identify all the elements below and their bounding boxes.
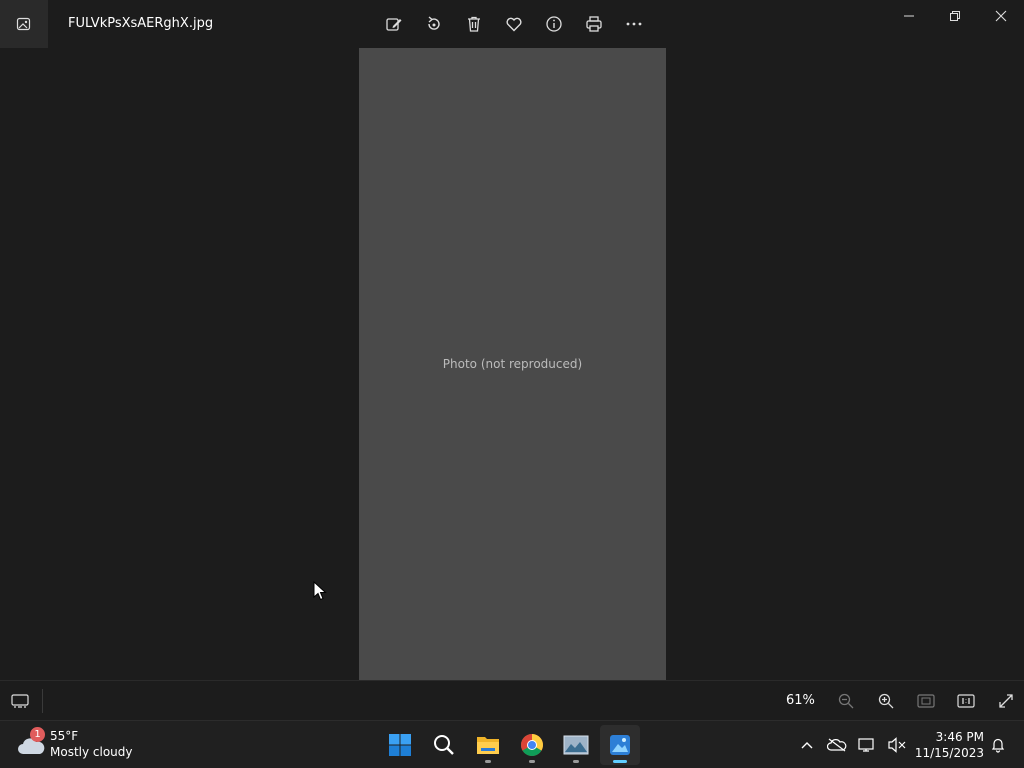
chrome-icon — [521, 734, 543, 756]
favorite-button[interactable] — [498, 8, 530, 40]
info-button[interactable] — [538, 8, 570, 40]
restore-icon — [950, 11, 960, 21]
onedrive-offline-icon — [827, 738, 847, 752]
volume-muted-icon — [888, 737, 906, 753]
photo-placeholder[interactable]: Photo (not reproduced) — [359, 48, 666, 680]
bottom-toolbar: 61% — [0, 680, 1024, 720]
bell-icon — [991, 738, 1005, 753]
filmstrip-button[interactable] — [8, 689, 32, 713]
zoom-in-icon — [878, 693, 894, 709]
rotate-button[interactable] — [418, 8, 450, 40]
photos-legacy-button[interactable] — [556, 725, 596, 765]
zoom-out-button[interactable] — [826, 685, 866, 717]
more-icon — [626, 22, 642, 26]
print-icon — [586, 16, 602, 32]
edit-image-icon — [386, 18, 402, 31]
mouse-cursor-icon — [313, 581, 327, 601]
chrome-button[interactable] — [512, 725, 552, 765]
minimize-icon — [904, 15, 914, 17]
print-button[interactable] — [578, 8, 610, 40]
photos-app-icon[interactable] — [0, 0, 48, 48]
delete-button[interactable] — [458, 8, 490, 40]
weather-description: Mostly cloudy — [50, 745, 133, 759]
zoom-level[interactable]: 61% — [786, 693, 815, 708]
weather-widget[interactable]: 1 55°F Mostly cloudy — [16, 727, 156, 763]
photos-button[interactable] — [600, 725, 640, 765]
network-button[interactable] — [852, 729, 882, 761]
search-icon — [434, 735, 454, 755]
image-viewer[interactable]: Photo (not reproduced) — [0, 48, 1024, 680]
delete-icon — [468, 16, 480, 32]
start-icon — [389, 734, 411, 756]
full-screen-icon — [999, 694, 1013, 708]
photos-legacy-icon — [563, 735, 589, 755]
rotate-icon — [428, 16, 440, 30]
system-tray — [792, 729, 912, 761]
weather-temperature: 55°F — [50, 729, 79, 743]
edit-image-button[interactable] — [378, 8, 410, 40]
photo-placeholder-label: Photo (not reproduced) — [442, 357, 583, 371]
actual-size-icon — [957, 694, 975, 708]
window-controls — [886, 0, 1024, 32]
file-name: FULVkPsXsAERghX.jpg — [68, 16, 214, 31]
zoom-out-icon — [838, 693, 854, 709]
image-toolbar — [378, 8, 650, 40]
restore-button[interactable] — [932, 0, 978, 32]
network-icon — [858, 738, 874, 752]
close-button[interactable] — [978, 0, 1024, 32]
clock-date: 11/15/2023 — [914, 746, 984, 760]
zoom-controls — [826, 685, 1024, 717]
clock[interactable]: 3:46 PM 11/15/2023 — [912, 729, 984, 761]
close-icon — [995, 10, 1007, 22]
minimize-button[interactable] — [886, 0, 932, 32]
fit-to-window-icon — [917, 694, 935, 708]
onedrive-button[interactable] — [822, 729, 852, 761]
zoom-in-button[interactable] — [866, 685, 906, 717]
search-button[interactable] — [424, 725, 464, 765]
divider — [42, 689, 43, 713]
running-indicator — [529, 760, 535, 763]
chevron-up-icon — [801, 742, 813, 749]
photos-icon — [610, 735, 630, 755]
show-hidden-icons-button[interactable] — [792, 729, 822, 761]
weather-alert-badge: 1 — [30, 727, 45, 742]
taskbar-apps — [380, 725, 640, 765]
running-indicator — [573, 760, 579, 763]
fit-to-window-button[interactable] — [906, 685, 946, 717]
volume-button[interactable] — [882, 729, 912, 761]
running-indicator — [485, 760, 491, 763]
favorite-icon — [506, 17, 522, 32]
file-explorer-icon — [477, 737, 499, 754]
notifications-button[interactable] — [984, 729, 1012, 761]
clock-time: 3:46 PM — [935, 730, 984, 744]
running-indicator — [613, 760, 627, 763]
filmstrip-icon — [11, 694, 29, 708]
start-button[interactable] — [380, 725, 420, 765]
actual-size-button[interactable] — [946, 685, 986, 717]
full-screen-button[interactable] — [986, 685, 1024, 717]
file-explorer-button[interactable] — [468, 725, 508, 765]
title-bar: FULVkPsXsAERghX.jpg — [0, 0, 1024, 48]
info-icon — [546, 16, 562, 32]
more-options-button[interactable] — [618, 8, 650, 40]
taskbar: 1 55°F Mostly cloudy 3:46 PM 11/15/2023 — [0, 720, 1024, 768]
